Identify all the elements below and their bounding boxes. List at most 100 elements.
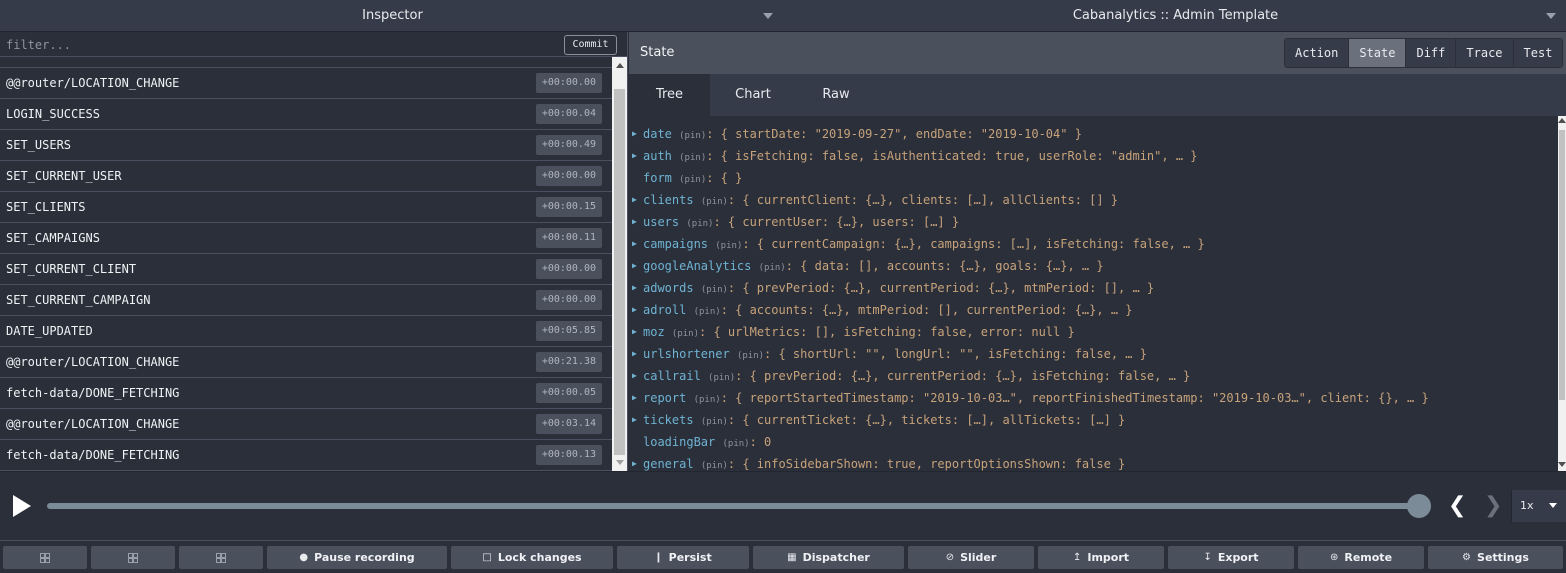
pin-link[interactable]: (pin)	[701, 417, 728, 427]
pin-link[interactable]: (pin)	[701, 461, 728, 471]
pin-link[interactable]: (pin)	[722, 439, 749, 449]
layout-left-button[interactable]	[3, 546, 87, 569]
tab-test[interactable]: Test	[1513, 39, 1563, 67]
subtab-raw[interactable]: Raw	[796, 74, 876, 116]
action-row[interactable]: SET_USERS +00:00.49	[0, 130, 612, 161]
expand-arrow-icon[interactable]: ▶	[632, 189, 637, 211]
remote-button[interactable]: ⊛ Remote	[1298, 546, 1424, 569]
action-row[interactable]	[0, 57, 612, 68]
expand-arrow-icon[interactable]: ▶	[632, 343, 637, 365]
timeline-knob[interactable]	[1407, 494, 1431, 518]
tree-node-content[interactable]: report (pin): { reportStartedTimestamp: …	[643, 387, 1429, 411]
timeline-track[interactable]	[47, 503, 1419, 509]
action-row[interactable]: SET_CURRENT_CLIENT +00:00.00	[0, 254, 612, 285]
pin-link[interactable]: (pin)	[694, 395, 721, 405]
tab-state[interactable]: State	[1349, 39, 1407, 67]
scrollbar-thumb[interactable]	[614, 89, 625, 455]
subtab-chart[interactable]: Chart	[710, 74, 796, 116]
tree-node-content[interactable]: date (pin): { startDate: "2019-09-27", e…	[643, 123, 1082, 147]
pin-link[interactable]: (pin)	[701, 285, 728, 295]
tree-node-content[interactable]: adroll (pin): { accounts: {…}, mtmPeriod…	[643, 299, 1133, 323]
layout-right-button[interactable]	[91, 546, 175, 569]
expand-arrow-icon[interactable]: ▶	[632, 365, 637, 387]
instance-title[interactable]: Cabanalytics :: Admin Template	[785, 0, 1566, 32]
pin-link[interactable]: (pin)	[759, 263, 786, 273]
action-row[interactable]: SET_CURRENT_USER +00:00.00	[0, 161, 612, 192]
export-button[interactable]: ↧ Export	[1168, 546, 1294, 569]
tree-node-content[interactable]: auth (pin): { isFetching: false, isAuthe…	[643, 145, 1198, 169]
pin-link[interactable]: (pin)	[708, 373, 735, 383]
pin-link[interactable]: (pin)	[679, 153, 706, 163]
tab-action[interactable]: Action	[1285, 39, 1350, 67]
action-row[interactable]: @@router/LOCATION_CHANGE +00:21.38	[0, 347, 612, 378]
action-row[interactable]: LOGIN_SUCCESS +00:00.04	[0, 99, 612, 130]
pin-link[interactable]: (pin)	[715, 241, 742, 251]
next-icon[interactable]: ❯	[1484, 495, 1502, 517]
tree-node-content[interactable]: googleAnalytics (pin): { data: [], accou…	[643, 255, 1104, 279]
tree-node-content[interactable]: campaigns (pin): { currentCampaign: {…},…	[643, 233, 1205, 257]
commit-button[interactable]: Commit	[564, 35, 617, 55]
scroll-up-icon[interactable]	[616, 63, 624, 68]
tab-diff[interactable]: Diff	[1406, 39, 1457, 67]
action-row[interactable]: @@router/LOCATION_CHANGE +00:03.14	[0, 409, 612, 440]
expand-arrow-icon[interactable]: ▶	[632, 453, 637, 471]
inspector-title[interactable]: Inspector	[0, 0, 785, 32]
previous-icon[interactable]: ❮	[1448, 495, 1466, 517]
settings-button[interactable]: ⚙ Settings	[1428, 546, 1563, 569]
play-icon[interactable]	[13, 495, 31, 517]
expand-arrow-icon[interactable]: ▶	[632, 123, 637, 145]
expand-arrow-icon[interactable]: ▶	[632, 387, 637, 409]
tree-node-content[interactable]: urlshortener (pin): { shortUrl: "", long…	[643, 343, 1147, 367]
tree-node-content[interactable]: clients (pin): { currentClient: {…}, cli…	[643, 189, 1118, 213]
expand-arrow-icon[interactable]: ▶	[632, 211, 637, 233]
slider-button[interactable]: ⊘ Slider	[908, 546, 1034, 569]
tree-node-content[interactable]: general (pin): { infoSidebarShown: true,…	[643, 453, 1125, 471]
expand-arrow-icon[interactable]: ▶	[632, 299, 637, 321]
pin-link[interactable]: (pin)	[679, 131, 706, 141]
scroll-down-icon[interactable]	[1558, 462, 1566, 467]
filter-input[interactable]	[6, 35, 546, 55]
action-row[interactable]: SET_CAMPAIGNS +00:00.11	[0, 223, 612, 254]
chevron-down-icon[interactable]	[1546, 13, 1556, 19]
tree-node-content[interactable]: tickets (pin): { currentTicket: {…}, tic…	[643, 409, 1125, 433]
scroll-up-icon[interactable]	[1558, 118, 1566, 123]
action-row[interactable]: @@router/LOCATION_CHANGE +00:00.00	[0, 68, 612, 99]
action-list-scrollbar[interactable]	[612, 57, 627, 471]
tree-node-content[interactable]: adwords (pin): { prevPeriod: {…}, curren…	[643, 277, 1154, 301]
lock-changes-button[interactable]: □ Lock changes	[451, 546, 613, 569]
chevron-down-icon[interactable]	[763, 13, 773, 19]
scrollbar-thumb[interactable]	[1559, 130, 1565, 400]
speed-select[interactable]: 1x	[1511, 490, 1566, 522]
tree-node-content[interactable]: form (pin): { }	[643, 167, 742, 191]
tree-node-content[interactable]: callrail (pin): { prevPeriod: {…}, curre…	[643, 365, 1190, 389]
tree-node-content[interactable]: loadingBar (pin): 0	[643, 431, 771, 455]
action-row[interactable]: fetch-data/DONE_FETCHING +00:00.05	[0, 378, 612, 409]
dispatcher-button[interactable]: ▦ Dispatcher	[753, 546, 904, 569]
subtab-tree[interactable]: Tree	[629, 74, 710, 116]
pin-link[interactable]: (pin)	[686, 219, 713, 229]
tree-node-content[interactable]: users (pin): { currentUser: {…}, users: …	[643, 211, 959, 235]
tab-trace[interactable]: Trace	[1456, 39, 1514, 67]
action-row[interactable]: SET_CLIENTS +00:00.15	[0, 192, 612, 223]
pin-link[interactable]: (pin)	[737, 351, 764, 361]
expand-arrow-icon[interactable]: ▶	[632, 233, 637, 255]
pin-link[interactable]: (pin)	[672, 329, 699, 339]
tree-node-content[interactable]: moz (pin): { urlMetrics: [], isFetching:…	[643, 321, 1075, 345]
pause-recording-button[interactable]: ● Pause recording	[267, 546, 447, 569]
import-button[interactable]: ↥ Import	[1038, 546, 1164, 569]
expand-arrow-icon[interactable]: ▶	[632, 277, 637, 299]
action-row[interactable]: SET_CURRENT_CAMPAIGN +00:00.00	[0, 285, 612, 316]
action-row[interactable]: fetch-data/DONE_FETCHING +00:00.13	[0, 440, 612, 471]
expand-arrow-icon[interactable]: ▶	[632, 255, 637, 277]
layout-bottom-button[interactable]	[179, 546, 263, 569]
action-row[interactable]: DATE_UPDATED +00:05.85	[0, 316, 612, 347]
pin-link[interactable]: (pin)	[679, 175, 706, 185]
pin-link[interactable]: (pin)	[694, 307, 721, 317]
expand-arrow-icon[interactable]: ▶	[632, 409, 637, 431]
pin-link[interactable]: (pin)	[701, 197, 728, 207]
expand-arrow-icon[interactable]: ▶	[632, 145, 637, 167]
scroll-down-icon[interactable]	[616, 460, 624, 465]
persist-button[interactable]: ❙ Persist	[617, 546, 749, 569]
state-tree-scrollbar[interactable]	[1558, 116, 1566, 471]
expand-arrow-icon[interactable]: ▶	[632, 321, 637, 343]
